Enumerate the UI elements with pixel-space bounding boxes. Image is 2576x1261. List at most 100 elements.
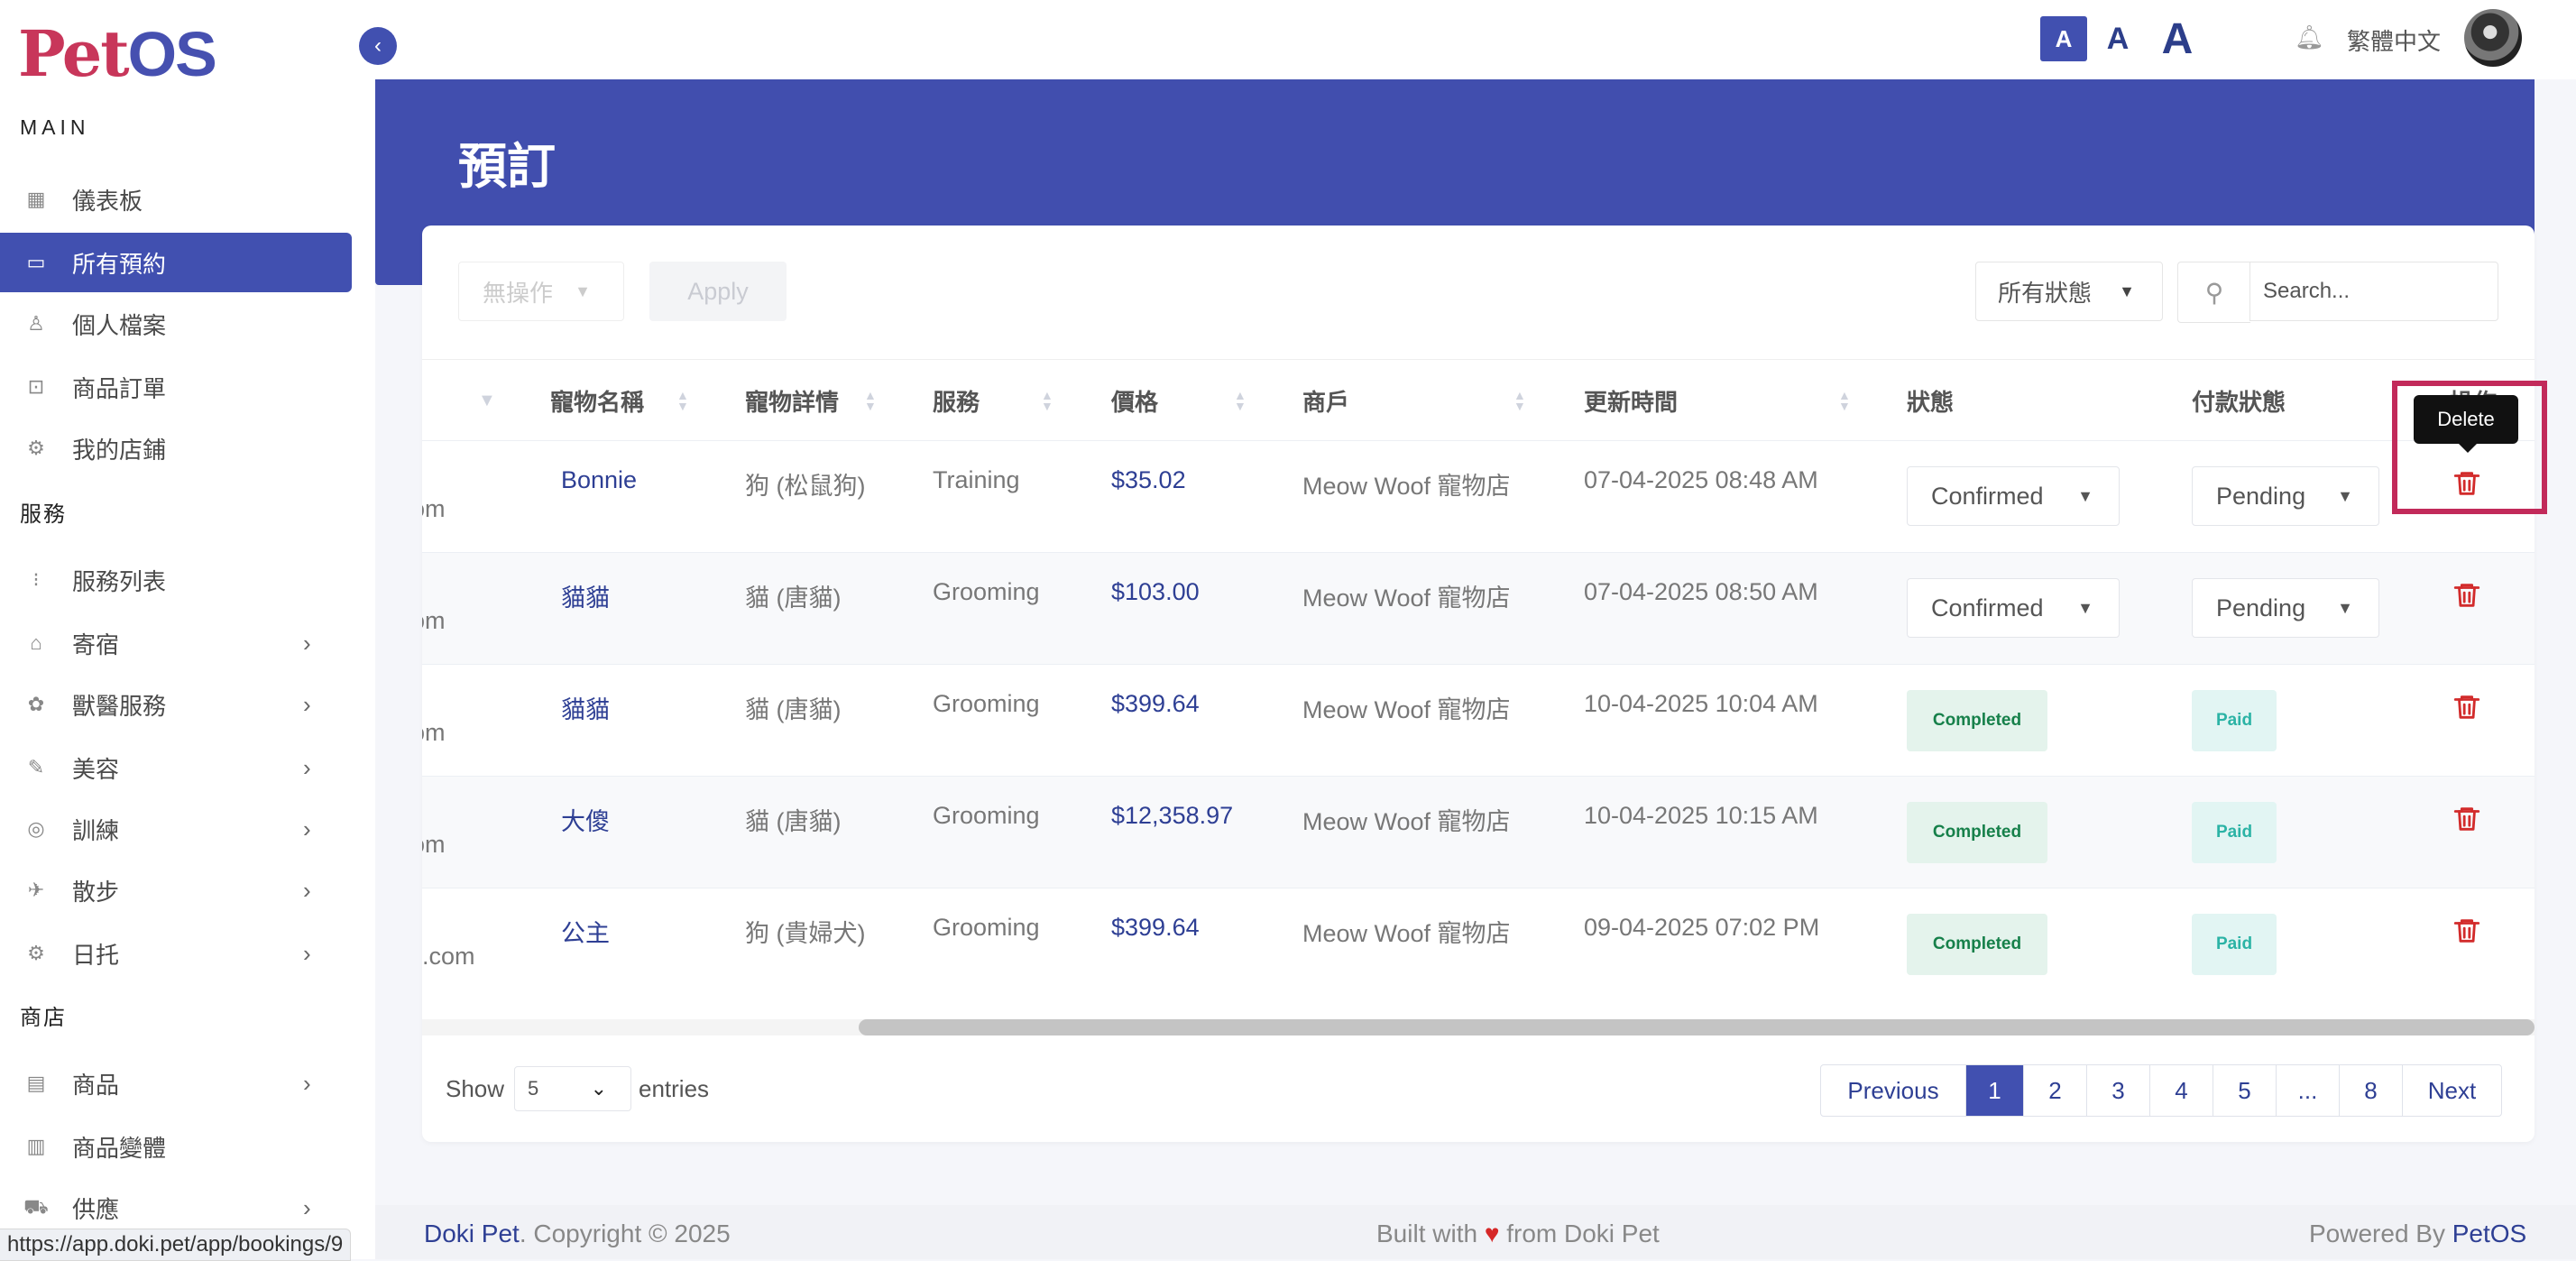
delete-trash-icon[interactable]: [2452, 692, 2482, 723]
truck-icon: ⛟: [23, 1194, 49, 1218]
search-input[interactable]: [2249, 262, 2498, 321]
status-filter-select[interactable]: 所有狀態 ▼: [1975, 262, 2163, 321]
pagination: Previous 1 2 3 4 5 ... 8 Next: [1820, 1064, 2502, 1117]
cell-email: om: [422, 495, 446, 522]
sort-icon[interactable]: ▲ ▼: [864, 389, 877, 412]
sidebar-item-vet[interactable]: ✿ 獸醫服務 ›: [0, 675, 352, 734]
sidebar-item-boarding[interactable]: ⌂ 寄宿 ›: [0, 613, 352, 673]
payment-status-select[interactable]: Pending ▼: [2192, 466, 2379, 526]
sort-icon[interactable]: ▲ ▼: [676, 389, 689, 412]
column-header-service[interactable]: 服務: [933, 384, 980, 418]
delete-trash-icon[interactable]: [2452, 916, 2482, 946]
sidebar-item-products[interactable]: ▤ 商品 ›: [0, 1054, 352, 1113]
brush-icon: ✎: [27, 756, 45, 778]
column-header-payment-status[interactable]: 付款狀態: [2192, 384, 2286, 418]
status-bar-url: https://app.doki.pet/app/bookings/9: [0, 1229, 352, 1261]
sidebar-item-dashboard[interactable]: ▦ 儀表板: [0, 170, 352, 229]
cell-updated-time: 10-04-2025 10:04 AM: [1584, 690, 1818, 717]
bell-icon[interactable]: 🔔︎: [2295, 23, 2324, 51]
sidebar-item-daycare[interactable]: ⚙ 日托 ›: [0, 924, 352, 983]
column-header-pet-name[interactable]: 寵物名稱: [550, 384, 644, 418]
page-3-button[interactable]: 3: [2086, 1065, 2149, 1116]
column-header-pet-details[interactable]: 寵物詳情: [745, 384, 839, 418]
font-size-medium-button[interactable]: A: [2102, 16, 2134, 61]
avatar[interactable]: [2464, 9, 2522, 67]
page-5-button[interactable]: 5: [2213, 1065, 2276, 1116]
cell-updated-time: 07-04-2025 08:48 AM: [1584, 466, 1818, 493]
cell-pet-name[interactable]: Bonnie: [561, 466, 637, 494]
chevron-down-icon: ⌄: [590, 1077, 607, 1100]
cell-email: il.com: [422, 943, 475, 970]
page-4-button[interactable]: 4: [2149, 1065, 2213, 1116]
cell-service: Training: [933, 466, 1020, 493]
apply-button[interactable]: Apply: [649, 262, 787, 321]
status-badge: Completed: [1907, 690, 2047, 751]
caret-down-icon: ▼: [575, 281, 591, 300]
cell-updated-time: 10-04-2025 10:15 AM: [1584, 802, 1818, 829]
sidebar-item-my-store[interactable]: ⚙ 我的店鋪: [0, 419, 352, 478]
font-size-small-button[interactable]: A: [2040, 16, 2087, 61]
section-services-label: 服務: [20, 502, 67, 527]
font-size-large-button[interactable]: A: [2156, 15, 2199, 63]
cell-merchant: Meow Woof 寵物店: [1302, 584, 1511, 612]
footer-petos-link[interactable]: PetOS: [2452, 1220, 2526, 1247]
cell-pet-name[interactable]: 貓貓: [561, 578, 610, 613]
column-header-status[interactable]: 狀態: [1907, 384, 1954, 418]
cell-price: $399.64: [1111, 690, 1200, 717]
chevron-right-icon: ›: [303, 939, 311, 967]
sidebar-item-walking[interactable]: ✈ 散步 ›: [0, 861, 352, 920]
delete-trash-icon[interactable]: [2452, 580, 2482, 611]
previous-page-button[interactable]: Previous: [1821, 1065, 1965, 1116]
payment-status-select[interactable]: Pending ▼: [2192, 578, 2379, 638]
payment-badge: Paid: [2192, 802, 2277, 863]
entries-per-page-select[interactable]: 5 ⌄: [514, 1066, 631, 1111]
sidebar-item-service-list[interactable]: ⁝ 服務列表: [0, 550, 352, 610]
page-title: 預訂: [458, 140, 556, 194]
sort-icon[interactable]: ▲ ▼: [1838, 389, 1851, 412]
sort-icon[interactable]: ▲ ▼: [1234, 389, 1247, 412]
sidebar-item-training[interactable]: ◎ 訓練 ›: [0, 799, 352, 859]
sidebar-item-profile[interactable]: ♙ 個人檔案: [0, 294, 352, 354]
language-selector[interactable]: 繁體中文: [2347, 23, 2441, 57]
column-header-merchant[interactable]: 商戶: [1302, 384, 1349, 418]
sidebar-item-all-bookings[interactable]: ▭ 所有預約: [0, 233, 352, 292]
caret-down-icon: ▼: [2077, 598, 2093, 617]
heart-icon: ♥: [1484, 1220, 1500, 1247]
page-2-button[interactable]: 2: [2023, 1065, 2086, 1116]
status-select[interactable]: Confirmed ▼: [1907, 578, 2120, 638]
cell-pet-name[interactable]: 貓貓: [561, 690, 610, 725]
footer-brand-link[interactable]: Doki Pet: [424, 1220, 520, 1247]
cell-pet-name[interactable]: 大傻: [561, 802, 610, 837]
dashboard-icon: ▦: [26, 188, 46, 210]
column-header-price[interactable]: 價格: [1111, 384, 1158, 418]
highlight-box: [2392, 381, 2547, 514]
sidebar-item-product-variants[interactable]: ▥ 商品變體: [0, 1117, 352, 1176]
cell-pet-name[interactable]: 公主: [561, 914, 610, 949]
sort-icon[interactable]: ▼: [478, 391, 496, 410]
status-select[interactable]: Confirmed ▼: [1907, 466, 2120, 526]
bulk-action-select[interactable]: 無操作 ▼: [458, 262, 624, 321]
footer-built-with: Built with ♥ from Doki Pet: [1376, 1220, 1660, 1247]
page-8-button[interactable]: 8: [2339, 1065, 2402, 1116]
page-1-button[interactable]: 1: [1965, 1065, 2023, 1116]
sort-icon[interactable]: ▲ ▼: [1041, 389, 1053, 412]
next-page-button[interactable]: Next: [2402, 1065, 2501, 1116]
sidebar-item-product-orders[interactable]: ⊡ 商品訂單: [0, 357, 352, 417]
shop-icon: ▤: [26, 1072, 46, 1094]
training-icon: ◎: [27, 817, 45, 840]
sidebar-collapse-button[interactable]: ‹: [359, 27, 397, 65]
sort-icon[interactable]: ▲ ▼: [1513, 389, 1526, 412]
home-icon: ⌂: [30, 631, 42, 654]
column-header-updated[interactable]: 更新時間: [1584, 384, 1678, 418]
chevron-right-icon: ›: [303, 753, 311, 781]
cell-price: $399.64: [1111, 914, 1200, 941]
cell-pet-details: 貓 (唐貓): [745, 696, 842, 723]
table-row: om 貓貓 貓 (唐貓) Grooming $399.64 Meow Woof 寵物店 10…: [422, 664, 2535, 777]
petos-logo[interactable]: PetOS: [18, 16, 217, 91]
sidebar-item-grooming[interactable]: ✎ 美容 ›: [0, 738, 352, 797]
entries-label: entries: [639, 1075, 710, 1102]
list-icon: ⁝: [32, 568, 40, 591]
cell-price: $103.00: [1111, 578, 1200, 605]
delete-trash-icon[interactable]: [2452, 804, 2482, 834]
caret-down-icon: ▼: [2119, 281, 2135, 300]
